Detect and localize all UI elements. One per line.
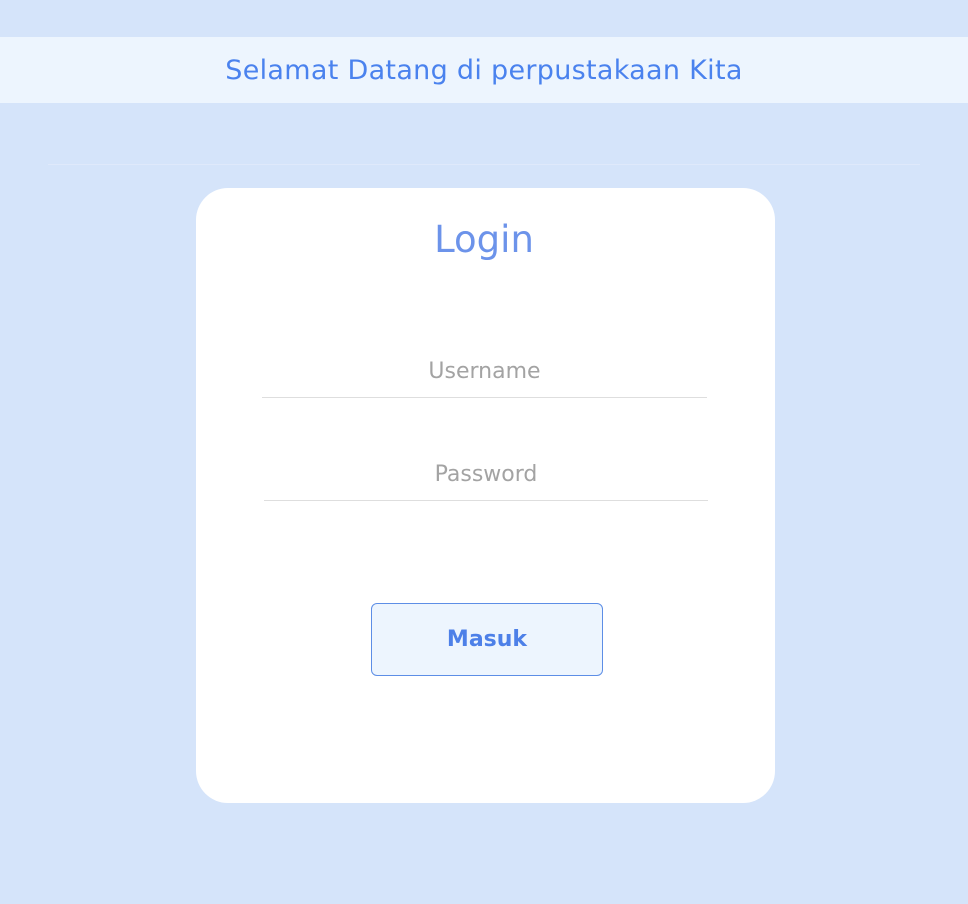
- password-input[interactable]: [264, 449, 708, 501]
- login-button[interactable]: Masuk: [371, 603, 603, 676]
- username-input[interactable]: [262, 346, 707, 398]
- top-banner: Selamat Datang di perpustakaan Kita: [0, 37, 968, 103]
- divider: [48, 164, 920, 165]
- login-title: Login: [434, 218, 534, 261]
- banner-title: Selamat Datang di perpustakaan Kita: [225, 54, 743, 86]
